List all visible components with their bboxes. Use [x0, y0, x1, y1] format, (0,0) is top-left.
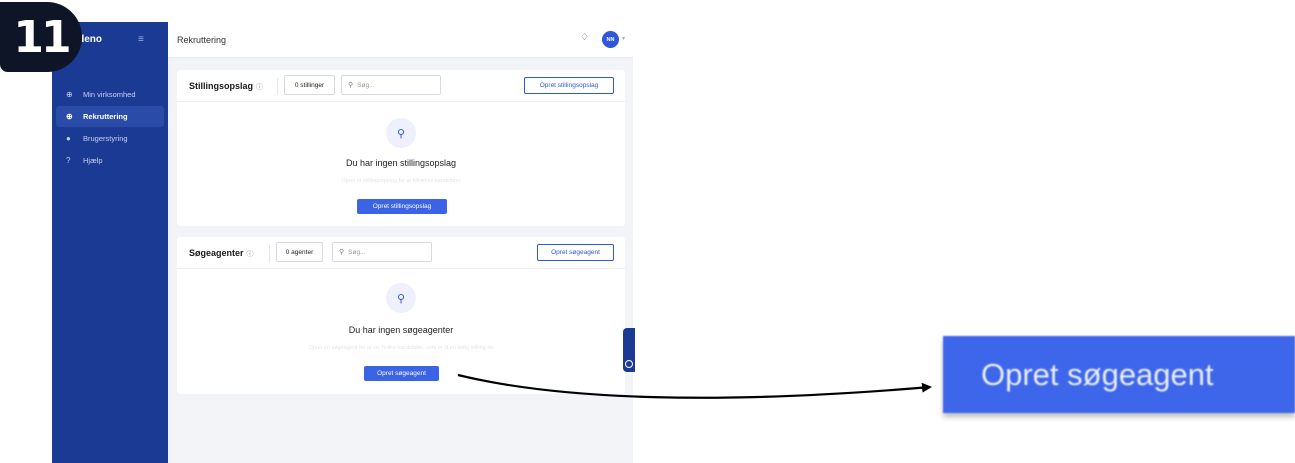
recruit-icon: ⊕	[66, 112, 73, 121]
divider	[269, 245, 270, 262]
create-job-posting-button[interactable]: Opret stillingsopslag	[524, 77, 614, 94]
job-postings-title-text: Stillingsopslag	[189, 81, 254, 91]
sidebar-item-hjaelp[interactable]: ? Hjælp	[56, 150, 164, 171]
search-agents-header: Søgeagenter ⓘ 0 agenter ⚲ Søg... Opret sø…	[177, 237, 625, 269]
create-search-agent-button[interactable]: Opret søgeagent	[537, 244, 614, 261]
zoomed-create-search-agent-button: Opret søgeagent	[943, 336, 1295, 413]
search-icon: ⚲	[348, 82, 354, 89]
sidebar: ndeno ≡ ⊕ Min virksomhed ⊕ Rekruttering …	[52, 22, 168, 463]
search-agents-title-text: Søgeagenter	[189, 248, 244, 258]
empty-state-subtitle: Opret et stillingsopslag for at tiltrækk…	[341, 178, 461, 184]
question-circle-icon[interactable]: ⓘ	[247, 251, 254, 258]
search-agents-count[interactable]: 0 agenter	[276, 242, 323, 262]
help-icon: ?	[66, 156, 71, 165]
create-search-agent-empty-button[interactable]: Opret søgeagent	[364, 366, 439, 381]
step-number-badge: 11	[0, 2, 82, 72]
search-agents-search-input[interactable]: ⚲ Søg...	[332, 242, 432, 262]
search-icon: ⚲	[339, 249, 345, 256]
app-window: ndeno ≡ ⊕ Min virksomhed ⊕ Rekruttering …	[52, 22, 633, 463]
building-icon: ⊕	[66, 90, 73, 99]
create-job-posting-empty-button[interactable]: Opret stillingsopslag	[357, 199, 447, 214]
sidebar-item-label: Brugerstyring	[83, 134, 128, 143]
empty-state-title: Du har ingen søgeagenter	[348, 325, 454, 335]
search-agents-title: Søgeagenter ⓘ	[189, 248, 254, 259]
sidebar-nav: ⊕ Min virksomhed ⊕ Rekruttering ● Bruger…	[52, 84, 168, 172]
sidebar-item-label: Rekruttering	[83, 112, 128, 121]
chevron-down-icon[interactable]: ▾	[622, 35, 625, 42]
sidebar-item-label: Min virksomhed	[83, 90, 136, 99]
chat-widget[interactable]	[623, 328, 635, 372]
job-postings-count[interactable]: 0 stillinger	[284, 75, 335, 95]
top-bar: Rekruttering ♢ NN ▾	[168, 22, 633, 58]
tutorial-stage: 11 ndeno ≡ ⊕ Min virksomhed ⊕ Rekrutteri…	[0, 0, 1295, 463]
search-placeholder: Søg...	[348, 248, 366, 256]
divider	[277, 78, 278, 95]
empty-state-title: Du har ingen stillingsopslag	[345, 158, 457, 168]
sidebar-item-brugerstyring[interactable]: ● Brugerstyring	[56, 128, 164, 149]
job-postings-search-input[interactable]: ⚲ Søg...	[341, 75, 441, 95]
sidebar-item-rekruttering[interactable]: ⊕ Rekruttering	[56, 106, 164, 127]
search-icon: ⚲	[386, 283, 416, 313]
question-circle-icon[interactable]: ⓘ	[256, 84, 263, 91]
chat-icon	[625, 360, 633, 368]
empty-state-subtitle: Opret en søgeagent for at se, hvilke kan…	[308, 345, 494, 351]
search-placeholder: Søg...	[357, 81, 375, 89]
page-title: Rekruttering	[177, 35, 227, 45]
sidebar-item-min-virksomhed[interactable]: ⊕ Min virksomhed	[56, 84, 164, 105]
collapse-menu-icon[interactable]: ≡	[138, 34, 144, 45]
job-postings-card: Stillingsopslag ⓘ 0 stillinger ⚲ Søg... O…	[177, 70, 625, 226]
users-icon: ●	[66, 134, 71, 143]
search-icon: ⚲	[386, 118, 416, 148]
sidebar-item-label: Hjælp	[83, 156, 103, 165]
job-postings-title: Stillingsopslag ⓘ	[189, 81, 263, 92]
search-agents-card: Søgeagenter ⓘ 0 agenter ⚲ Søg... Opret sø…	[177, 237, 625, 394]
job-postings-header: Stillingsopslag ⓘ 0 stillinger ⚲ Søg... O…	[177, 70, 625, 102]
avatar[interactable]: NN	[602, 31, 619, 48]
bell-icon[interactable]: ♢	[580, 32, 589, 43]
